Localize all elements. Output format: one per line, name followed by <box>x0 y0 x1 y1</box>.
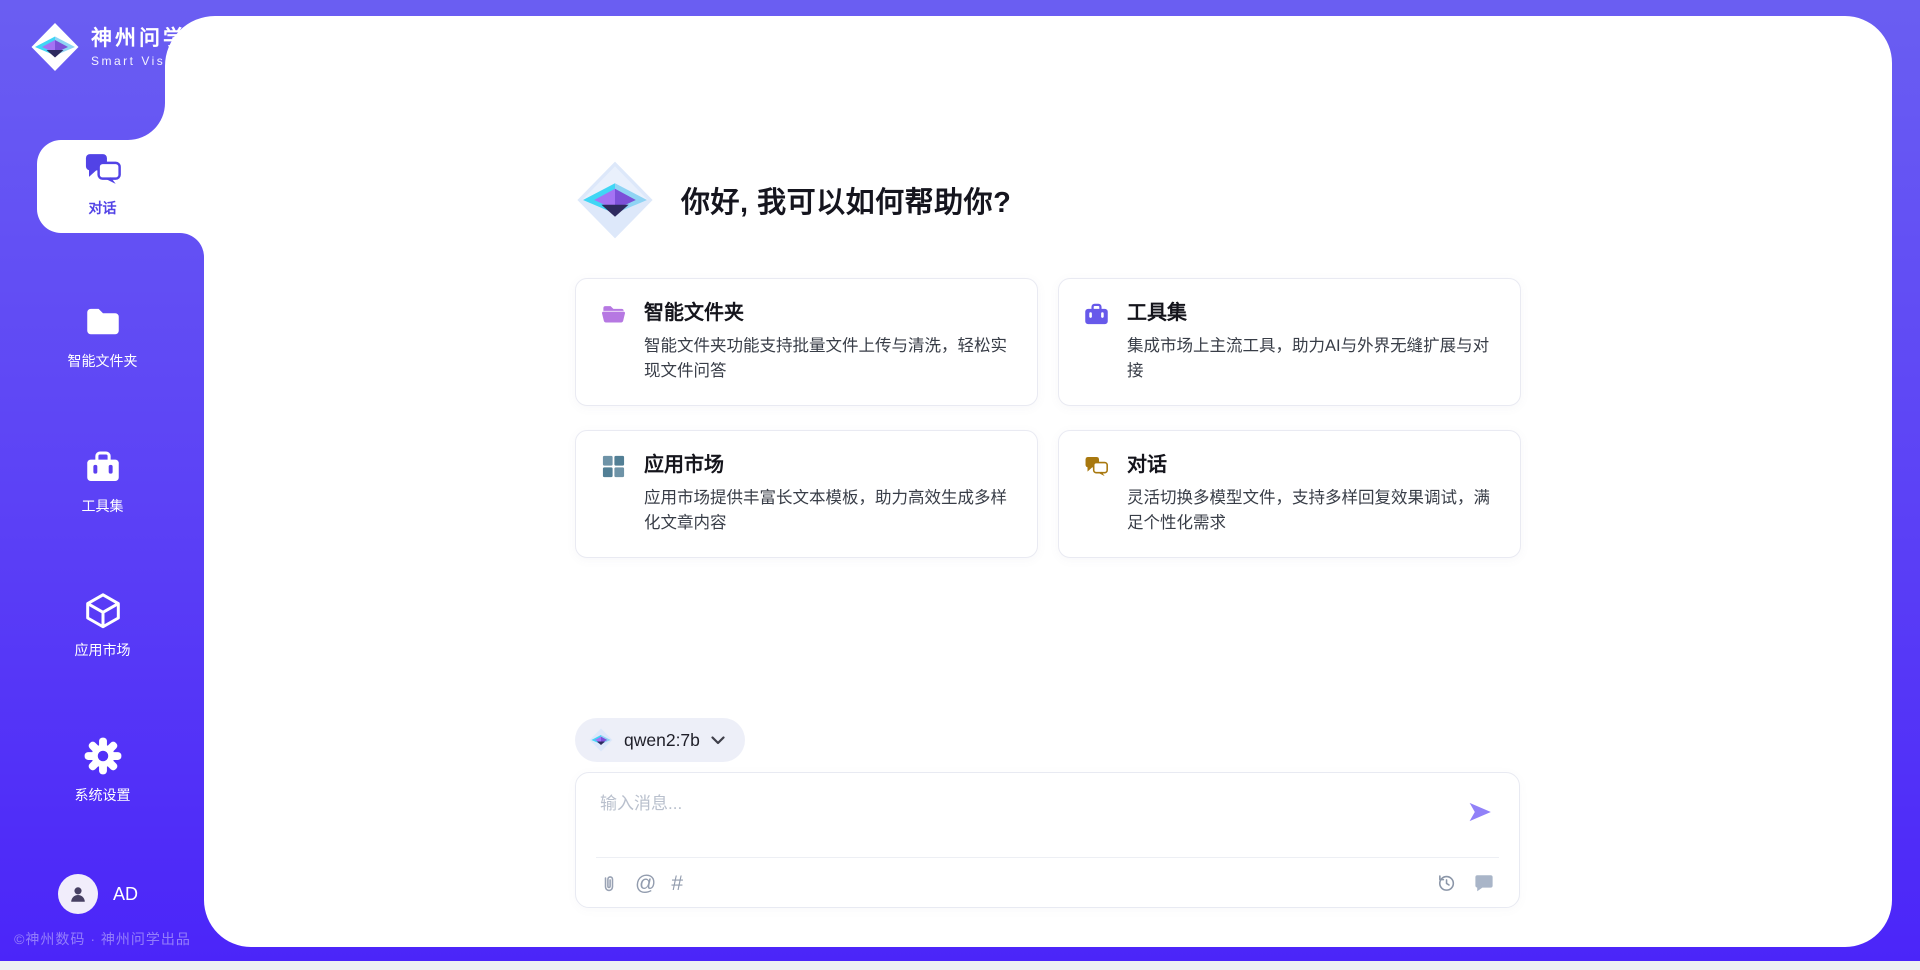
folder-icon <box>82 301 124 343</box>
brand-subtitle: Smart Vision <box>91 54 189 68</box>
person-icon <box>67 883 89 905</box>
sidebar-item-toolbox[interactable]: 工具集 <box>0 446 205 516</box>
card-title: 智能文件夹 <box>644 300 1013 326</box>
attachment-icon[interactable] <box>598 873 620 895</box>
grid-tiles-icon <box>600 453 627 480</box>
model-selector[interactable]: qwen2:7b <box>575 718 745 762</box>
brand-logo: 神州问学 Smart Vision <box>30 22 189 72</box>
brand-title: 神州问学 <box>91 27 189 51</box>
sidebar-item-label: 工具集 <box>82 496 124 516</box>
card-description: 灵活切换多模型文件，支持多样回复效果调试，满足个性化需求 <box>1127 486 1496 536</box>
card-title: 对话 <box>1127 452 1496 478</box>
sidebar-item-settings[interactable]: 系统设置 <box>0 735 205 805</box>
composer-divider <box>596 857 1499 858</box>
diamond-logo-icon <box>589 728 613 752</box>
message-composer: @ # <box>575 772 1520 908</box>
card-chat[interactable]: 对话 灵活切换多模型文件，支持多样回复效果调试，满足个性化需求 <box>1058 430 1521 558</box>
toolbox-icon <box>82 446 124 488</box>
card-title: 应用市场 <box>644 452 1013 478</box>
card-title: 工具集 <box>1127 300 1496 326</box>
chat-bubbles-icon <box>82 148 124 190</box>
user-profile[interactable]: AD <box>58 874 138 914</box>
copyright-text: ©神州数码 · 神州问学出品 <box>0 929 205 949</box>
card-app-market[interactable]: 应用市场 应用市场提供丰富长文本模板，助力高效生成多样化文章内容 <box>575 430 1038 558</box>
diamond-logo-icon <box>575 160 655 240</box>
cube-icon <box>82 590 124 632</box>
greeting-title: 你好, 我可以如何帮助你? <box>681 179 1011 221</box>
sidebar-item-label: 对话 <box>89 198 117 218</box>
sidebar-item-label: 应用市场 <box>75 640 131 660</box>
card-description: 智能文件夹功能支持批量文件上传与清洗，轻松实现文件问答 <box>644 334 1013 384</box>
sidebar-item-label: 系统设置 <box>75 785 131 805</box>
diamond-logo-icon <box>30 22 80 72</box>
composer-right-tools <box>1435 872 1495 894</box>
card-smart-folder[interactable]: 智能文件夹 智能文件夹功能支持批量文件上传与清洗，轻松实现文件问答 <box>575 278 1038 406</box>
toolbox-icon <box>1083 301 1110 328</box>
gear-icon <box>82 735 124 777</box>
sidebar-item-smart-folder[interactable]: 智能文件夹 <box>0 301 205 371</box>
chevron-down-icon <box>711 736 725 745</box>
greeting-block: 你好, 我可以如何帮助你? <box>575 160 1011 240</box>
mention-icon[interactable]: @ <box>635 872 656 896</box>
sidebar-item-app-market[interactable]: 应用市场 <box>0 590 205 660</box>
card-description: 应用市场提供丰富长文本模板，助力高效生成多样化文章内容 <box>644 486 1013 536</box>
hashtag-icon[interactable]: # <box>671 872 683 896</box>
user-name: AD <box>113 884 138 905</box>
model-name: qwen2:7b <box>624 730 700 751</box>
sidebar-item-label: 智能文件夹 <box>68 351 138 371</box>
sidebar-item-chat[interactable]: 对话 <box>0 148 205 218</box>
message-input[interactable] <box>600 789 1450 843</box>
quick-reply-icon[interactable] <box>1473 872 1495 894</box>
card-toolbox[interactable]: 工具集 集成市场上主流工具，助力AI与外界无缝扩展与对接 <box>1058 278 1521 406</box>
avatar <box>58 874 98 914</box>
feature-cards: 智能文件夹 智能文件夹功能支持批量文件上传与清洗，轻松实现文件问答 工具集 集成… <box>575 278 1521 558</box>
history-icon[interactable] <box>1435 872 1457 894</box>
send-icon[interactable] <box>1467 799 1493 825</box>
chat-bubbles-icon <box>1083 453 1110 480</box>
composer-tools: @ # <box>598 872 683 896</box>
folder-open-icon <box>600 301 627 328</box>
card-description: 集成市场上主流工具，助力AI与外界无缝扩展与对接 <box>1127 334 1496 384</box>
